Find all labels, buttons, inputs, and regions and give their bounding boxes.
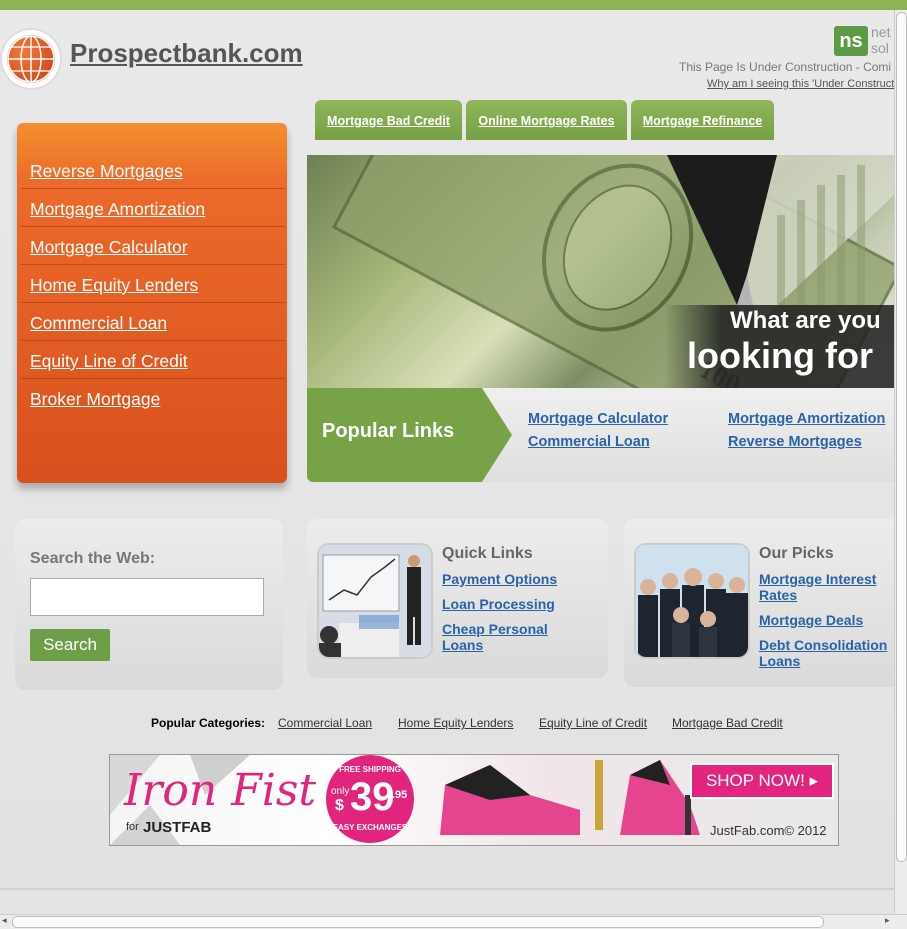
sidebar-item-commercial-loan[interactable]: Commercial Loan bbox=[21, 305, 285, 341]
category-mortgage-bad-credit[interactable]: Mortgage Bad Credit bbox=[672, 716, 783, 730]
footer-divider bbox=[0, 888, 894, 890]
quick-link-cheap-personal-loans[interactable]: Cheap Personal Loans bbox=[442, 621, 572, 653]
categories-label-text: Popular Categories: bbox=[151, 716, 266, 730]
popular-links-panel: Popular Links Mortgage Calculator Commer… bbox=[307, 388, 894, 482]
ad-badge-easy-exchanges: EASY EXCHANGES bbox=[332, 823, 408, 832]
pick-mortgage-interest-rates[interactable]: Mortgage Interest Rates bbox=[759, 571, 894, 603]
categories-label: Popular Categories: bbox=[151, 716, 265, 730]
our-picks-title: Our Picks bbox=[759, 545, 834, 562]
ad-footer-text: JustFab.com© 2012 bbox=[710, 823, 827, 838]
ad-badge-price: 39 bbox=[350, 775, 395, 819]
popular-link-commercial-loan[interactable]: Commercial Loan bbox=[528, 434, 650, 450]
sidebar-item-broker-mortgage[interactable]: Broker Mortgage bbox=[21, 381, 285, 417]
category-equity-line-of-credit[interactable]: Equity Line of Credit bbox=[539, 716, 647, 730]
horizontal-scrollbar-thumb[interactable] bbox=[12, 916, 824, 928]
pick-mortgage-deals[interactable]: Mortgage Deals bbox=[759, 612, 863, 628]
category-home-equity-lenders[interactable]: Home Equity Lenders bbox=[398, 716, 513, 730]
scroll-left-arrow-icon[interactable]: ◂ bbox=[2, 915, 7, 926]
tab-mortgage-bad-credit[interactable]: Mortgage Bad Credit bbox=[315, 100, 462, 140]
justfab-ad-banner[interactable]: Iron Fist for JUSTFAB FREE SHIPPING only… bbox=[109, 754, 839, 846]
tab-mortgage-refinance[interactable]: Mortgage Refinance bbox=[631, 100, 774, 140]
popular-link-reverse-mortgages[interactable]: Reverse Mortgages bbox=[728, 434, 862, 450]
sidebar-menu: Reverse Mortgages Mortgage Amortization … bbox=[17, 123, 287, 483]
search-panel: Search the Web: Search bbox=[15, 519, 283, 690]
under-construction-text: This Page Is Under Construction - Comi bbox=[679, 60, 892, 74]
vertical-scrollbar-thumb[interactable] bbox=[896, 12, 907, 862]
sidebar-item-reverse-mortgages[interactable]: Reverse Mortgages bbox=[21, 153, 285, 189]
network-solutions-logo-icon[interactable]: ns bbox=[834, 26, 868, 56]
sidebar-item-equity-line-of-credit[interactable]: Equity Line of Credit bbox=[21, 343, 285, 379]
site-title-link[interactable]: Prospectbank.com bbox=[70, 38, 303, 69]
search-input[interactable] bbox=[30, 578, 264, 616]
quick-link-loan-processing[interactable]: Loan Processing bbox=[442, 596, 555, 612]
ad-badge-only: only bbox=[331, 786, 350, 797]
presentation-photo-icon bbox=[319, 545, 431, 657]
sidebar-item-mortgage-amortization[interactable]: Mortgage Amortization bbox=[21, 191, 285, 227]
quick-links-panel: Quick Links Payment Options Loan Process… bbox=[307, 519, 608, 678]
ad-badge-dollar: $ bbox=[335, 797, 344, 814]
hero-banner-image: 100 100 What are you looking for bbox=[307, 155, 894, 388]
hero-headline-line2: looking for bbox=[687, 335, 873, 376]
popular-links-title: Popular Links bbox=[322, 420, 455, 442]
pick-debt-consolidation-loans[interactable]: Debt Consolidation Loans bbox=[759, 637, 894, 669]
partner-name: net sol bbox=[871, 24, 891, 56]
ad-shop-now-button[interactable]: SHOP NOW! ▸ bbox=[692, 765, 832, 797]
sidebar-item-mortgage-calculator[interactable]: Mortgage Calculator bbox=[21, 229, 285, 265]
popular-link-mortgage-calculator[interactable]: Mortgage Calculator bbox=[528, 411, 668, 427]
business-team-photo-icon bbox=[636, 545, 748, 657]
ad-for-text: for bbox=[126, 821, 139, 833]
ad-price-badge: FREE SHIPPING only $ 39 .95 EASY EXCHANG… bbox=[326, 755, 414, 843]
ad-brand-iron-fist: Iron Fist bbox=[124, 765, 317, 816]
ad-justfab-logo: JUSTFAB bbox=[143, 819, 212, 836]
sidebar-item-home-equity-lenders[interactable]: Home Equity Lenders bbox=[21, 267, 285, 303]
hero-headline-line1: What are you bbox=[730, 307, 881, 334]
top-accent-bar bbox=[0, 0, 907, 10]
ad-badge-free-shipping: FREE SHIPPING bbox=[339, 765, 401, 774]
globe-logo-icon bbox=[2, 30, 60, 88]
quick-links-title: Quick Links bbox=[442, 545, 533, 562]
popular-link-mortgage-amortization[interactable]: Mortgage Amortization bbox=[728, 411, 885, 427]
page-content: Prospectbank.com ns net sol This Page Is… bbox=[0, 10, 894, 890]
scroll-right-arrow-icon[interactable]: ▸ bbox=[885, 915, 890, 926]
search-button[interactable]: Search bbox=[30, 629, 110, 661]
search-label: Search the Web: bbox=[30, 550, 156, 567]
why-under-construction-link[interactable]: Why am I seeing this 'Under Construct bbox=[707, 78, 894, 90]
ad-badge-cents: .95 bbox=[392, 789, 408, 801]
tab-online-mortgage-rates[interactable]: Online Mortgage Rates bbox=[466, 100, 627, 140]
quick-link-payment-options[interactable]: Payment Options bbox=[442, 571, 557, 587]
our-picks-panel: Our Picks Mortgage Interest Rates Mortga… bbox=[624, 519, 894, 687]
category-commercial-loan[interactable]: Commercial Loan bbox=[278, 716, 372, 730]
